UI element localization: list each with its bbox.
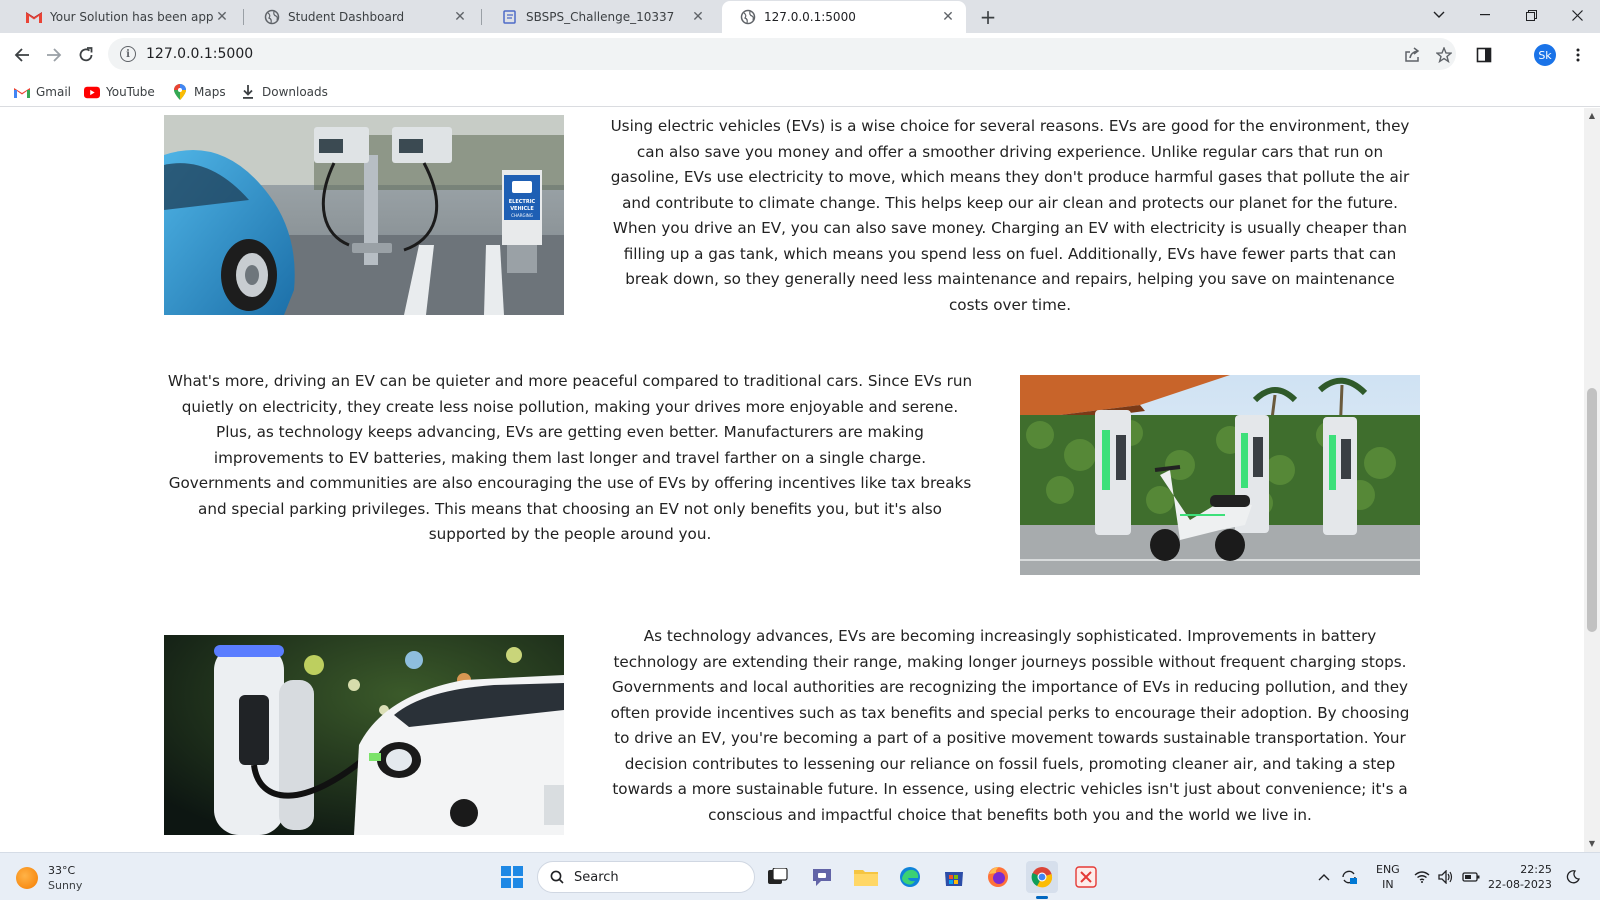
ev-benefits-paragraph-1: Using electric vehicles (EVs) is a wise … xyxy=(610,117,1410,314)
weather-widget[interactable]: 33°C Sunny xyxy=(16,863,82,893)
forward-button[interactable] xyxy=(40,41,68,69)
edge-browser-icon[interactable] xyxy=(894,861,926,893)
bookmark-gmail[interactable]: Gmail xyxy=(14,82,71,102)
tab-strip: Your Solution has been approved ✕ Studen… xyxy=(0,0,1600,33)
svg-text:ELECTRIC: ELECTRIC xyxy=(509,199,536,205)
bookmark-label: Downloads xyxy=(262,85,328,99)
scroll-down-arrow-icon[interactable]: ▼ xyxy=(1588,840,1596,848)
bookmarks-bar: Gmail YouTube Maps Downloads xyxy=(0,77,1600,107)
bookmark-label: Maps xyxy=(194,85,226,99)
profile-avatar[interactable]: Sk xyxy=(1534,44,1556,66)
gmail-icon xyxy=(14,84,30,100)
tab-separator xyxy=(243,9,244,25)
show-hidden-icons[interactable] xyxy=(1318,853,1330,900)
globe-icon xyxy=(740,9,756,25)
url-text: 127.0.0.1:5000 xyxy=(146,46,254,62)
close-icon[interactable]: ✕ xyxy=(452,9,468,25)
search-label: Search xyxy=(574,869,619,885)
tab-separator xyxy=(481,9,482,25)
language-code: ENG xyxy=(1376,863,1400,876)
maps-pin-icon xyxy=(172,84,188,100)
focus-assist-icon[interactable] xyxy=(1566,853,1580,900)
weather-condition: Sunny xyxy=(48,879,83,892)
side-panel-icon[interactable] xyxy=(1474,45,1494,65)
bookmark-label: YouTube xyxy=(106,85,155,99)
reload-button[interactable] xyxy=(72,41,100,69)
wifi-icon[interactable] xyxy=(1414,853,1430,900)
chrome-icon[interactable] xyxy=(1026,861,1058,899)
bookmark-maps[interactable]: Maps xyxy=(172,82,226,102)
page-viewport: ELECTRIC VEHICLE CHARGING Using electric… xyxy=(0,108,1584,852)
docs-icon xyxy=(502,9,518,25)
bookmark-star-icon[interactable] xyxy=(1434,45,1454,65)
volume-icon[interactable] xyxy=(1438,853,1454,900)
page-scrollbar[interactable]: ▲ ▼ xyxy=(1584,108,1600,852)
battery-icon[interactable] xyxy=(1462,853,1480,900)
gmail-icon xyxy=(26,9,42,25)
clock-time: 22:25 xyxy=(1520,863,1552,876)
bookmark-downloads[interactable]: Downloads xyxy=(240,82,328,102)
language-indicator[interactable]: ENG IN xyxy=(1376,853,1400,900)
sync-icon[interactable] xyxy=(1340,853,1358,900)
ev-benefits-paragraph-2: What's more, driving an EV can be quiete… xyxy=(167,372,973,543)
taskbar-search-box[interactable]: Search xyxy=(537,861,755,893)
tab-search-button[interactable] xyxy=(1416,0,1462,30)
close-icon[interactable]: ✕ xyxy=(940,9,956,25)
ev-benefits-paragraph-3: As technology advances, EVs are becoming… xyxy=(610,627,1410,824)
clock-date: 22-08-2023 xyxy=(1488,878,1552,891)
tab-localhost[interactable]: 127.0.0.1:5000 ✕ xyxy=(722,1,966,33)
svg-text:VEHICLE: VEHICLE xyxy=(510,206,534,212)
youtube-icon xyxy=(84,84,100,100)
close-icon[interactable]: ✕ xyxy=(690,9,706,25)
close-window-button[interactable] xyxy=(1554,0,1600,30)
teams-chat-icon[interactable] xyxy=(806,861,838,893)
scrollbar-thumb[interactable] xyxy=(1587,388,1597,632)
task-view-icon[interactable] xyxy=(762,861,794,893)
browser-toolbar: i 127.0.0.1:5000 Sk xyxy=(0,33,1600,77)
ev-scooter-charging-image xyxy=(1020,375,1420,575)
weather-temperature: 33°C xyxy=(48,864,76,877)
clock[interactable]: 22:25 22-08-2023 xyxy=(1488,853,1552,900)
microsoft-store-icon[interactable] xyxy=(938,861,970,893)
site-info-icon[interactable]: i xyxy=(120,46,136,62)
snipping-tool-icon[interactable] xyxy=(1070,861,1102,893)
download-icon xyxy=(240,84,256,100)
firefox-icon[interactable] xyxy=(982,861,1014,893)
search-icon xyxy=(550,870,564,884)
ev-night-charging-image xyxy=(164,635,564,835)
tab-title: SBSPS_Challenge_10337 xyxy=(526,10,675,24)
tab-title: 127.0.0.1:5000 xyxy=(764,10,856,24)
new-tab-button[interactable]: + xyxy=(976,5,1000,29)
share-icon[interactable] xyxy=(1402,45,1422,65)
tab-title: Your Solution has been approved xyxy=(50,10,214,24)
back-button[interactable] xyxy=(8,41,36,69)
keyboard-region: IN xyxy=(1382,878,1394,891)
tab-sbsps-challenge[interactable]: SBSPS_Challenge_10337 ✕ xyxy=(484,1,716,33)
active-app-indicator xyxy=(1036,896,1048,899)
globe-icon xyxy=(264,9,280,25)
ev-charging-station-image: ELECTRIC VEHICLE CHARGING xyxy=(164,115,564,315)
bookmark-label: Gmail xyxy=(36,85,72,99)
svg-text:CHARGING: CHARGING xyxy=(511,213,533,218)
tab-gmail[interactable]: Your Solution has been approved ✕ xyxy=(8,1,240,33)
tab-title: Student Dashboard xyxy=(288,10,405,24)
address-bar[interactable]: i 127.0.0.1:5000 xyxy=(108,38,1456,70)
tab-student-dashboard[interactable]: Student Dashboard ✕ xyxy=(246,1,478,33)
minimize-button[interactable] xyxy=(1462,0,1508,30)
sun-icon xyxy=(16,867,38,889)
close-icon[interactable]: ✕ xyxy=(214,9,230,25)
bookmark-youtube[interactable]: YouTube xyxy=(84,82,155,102)
scroll-up-arrow-icon[interactable]: ▲ xyxy=(1588,112,1596,120)
menu-kebab-icon[interactable] xyxy=(1568,45,1588,65)
restore-button[interactable] xyxy=(1508,0,1554,30)
windows-start-icon[interactable] xyxy=(496,861,528,893)
windows-taskbar: 33°C Sunny Search ENG IN 22:25 22-08-202… xyxy=(0,852,1600,900)
file-explorer-icon[interactable] xyxy=(850,861,882,893)
